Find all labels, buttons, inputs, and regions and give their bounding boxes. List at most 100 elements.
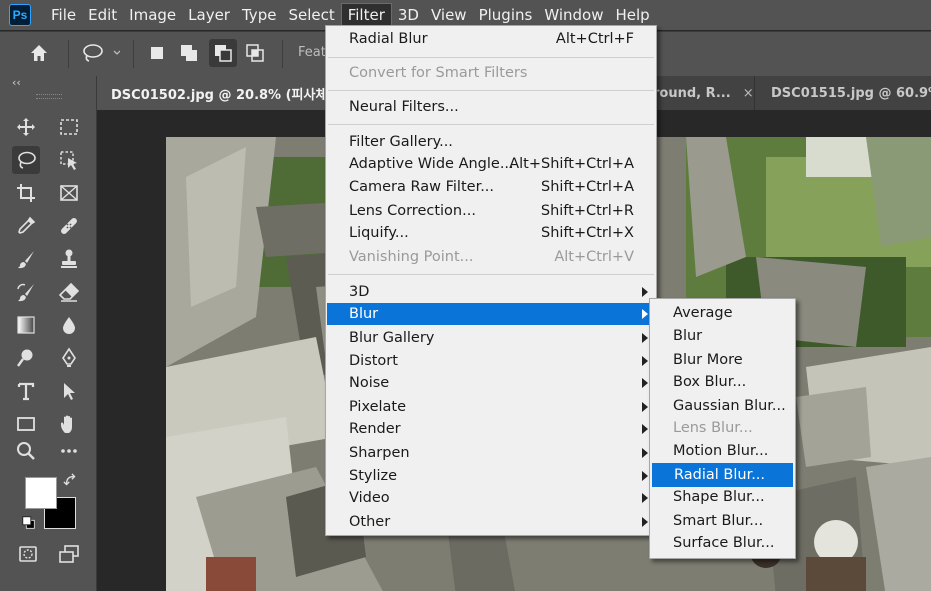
shortcut-label: Shift+Ctrl+R xyxy=(540,203,634,219)
add-selection-icon[interactable] xyxy=(175,39,203,67)
feather-label: Feat xyxy=(298,45,326,60)
shortcut-label: Alt+Ctrl+F xyxy=(555,31,634,47)
eraser-icon[interactable] xyxy=(55,278,83,306)
liquify-item[interactable]: Liquify... Shift+Ctrl+X xyxy=(327,222,655,244)
blur-average-item[interactable]: Average xyxy=(651,302,794,324)
frame-icon[interactable] xyxy=(55,179,83,207)
box-blur-item[interactable]: Box Blur... xyxy=(651,371,794,393)
submenu-pixelate[interactable]: Pixelate xyxy=(327,396,655,418)
menu-edit[interactable]: Edit xyxy=(82,3,123,27)
lens-correction-item[interactable]: Lens Correction... Shift+Ctrl+R xyxy=(327,200,655,222)
marquee-icon[interactable] xyxy=(55,113,83,141)
menu-view[interactable]: View xyxy=(425,3,473,27)
gaussian-blur-item[interactable]: Gaussian Blur... xyxy=(651,395,794,417)
adaptive-wide-angle-item[interactable]: Adaptive Wide Angle... Alt+Shift+Ctrl+A xyxy=(327,153,655,175)
submenu-video[interactable]: Video xyxy=(327,487,655,509)
submenu-arrow-icon xyxy=(642,448,648,458)
stamp-icon[interactable] xyxy=(55,245,83,273)
menu-item-label: Radial Blur... xyxy=(674,467,766,483)
tab-dsc01502[interactable]: DSC01502.jpg @ 20.8% (피사체, R xyxy=(97,76,327,110)
menu-image[interactable]: Image xyxy=(123,3,182,27)
swap-colors-icon[interactable] xyxy=(62,472,80,490)
filter-gallery-item[interactable]: Filter Gallery... xyxy=(327,131,655,153)
blur-submenu: Average Blur Blur More Box Blur... Gauss… xyxy=(649,298,796,559)
healing-icon[interactable] xyxy=(55,212,83,240)
menu-item-label: Blur xyxy=(673,328,703,344)
menu-item-label: Vanishing Point... xyxy=(349,249,474,265)
menu-item-label: Box Blur... xyxy=(673,374,747,390)
hand-icon[interactable] xyxy=(55,410,83,438)
submenu-blur-gallery[interactable]: Blur Gallery xyxy=(327,327,655,349)
new-selection-icon[interactable] xyxy=(143,39,171,67)
menu-item-label: Shape Blur... xyxy=(673,489,765,505)
crop-icon[interactable] xyxy=(12,179,40,207)
submenu-3d[interactable]: 3D xyxy=(327,281,655,303)
menu-filter[interactable]: Filter xyxy=(340,3,392,27)
menu-file[interactable]: File xyxy=(45,3,82,27)
object-select-icon[interactable] xyxy=(55,146,83,174)
blur-drop-icon[interactable] xyxy=(55,311,83,339)
submenu-arrow-icon xyxy=(642,517,648,527)
menu-layer[interactable]: Layer xyxy=(182,3,236,27)
blur-more-item[interactable]: Blur More xyxy=(651,349,794,371)
tools-panel: ‹‹ xyxy=(0,76,97,591)
intersect-selection-icon[interactable] xyxy=(241,39,269,67)
tab-background[interactable]: round, R... × xyxy=(653,76,753,110)
menu-plugins[interactable]: Plugins xyxy=(473,3,539,27)
motion-blur-item[interactable]: Motion Blur... xyxy=(651,440,794,462)
close-icon[interactable]: × xyxy=(743,86,753,101)
photoshop-logo[interactable]: Ps xyxy=(9,4,31,26)
zoom-icon[interactable] xyxy=(12,437,40,465)
lasso-icon[interactable] xyxy=(12,146,40,174)
submenu-other[interactable]: Other xyxy=(327,511,655,533)
lasso-preset-icon[interactable] xyxy=(78,39,122,67)
default-colors-icon[interactable] xyxy=(20,514,38,532)
menu-3d[interactable]: 3D xyxy=(392,3,425,27)
tab-dsc01515[interactable]: DSC01515.jpg @ 60.9% ( xyxy=(754,76,931,110)
home-icon[interactable] xyxy=(25,39,53,67)
convert-smart-filters-item: Convert for Smart Filters xyxy=(327,62,655,84)
menu-window[interactable]: Window xyxy=(538,3,609,27)
submenu-noise[interactable]: Noise xyxy=(327,372,655,394)
camera-raw-filter-item[interactable]: Camera Raw Filter... Shift+Ctrl+A xyxy=(327,176,655,198)
neural-filters-item[interactable]: Neural Filters... xyxy=(327,96,655,118)
collapse-panel-icon[interactable]: ‹‹ xyxy=(12,76,21,89)
menu-item-label: Lens Correction... xyxy=(349,203,476,219)
menu-help[interactable]: Help xyxy=(609,3,655,27)
quick-mask-icon[interactable] xyxy=(14,540,42,568)
radial-blur-item[interactable]: Radial Blur... xyxy=(652,463,793,487)
dodge-icon[interactable] xyxy=(12,344,40,372)
path-select-icon[interactable] xyxy=(55,377,83,405)
menu-item-label: Stylize xyxy=(349,468,398,484)
menu-type[interactable]: Type xyxy=(236,3,282,27)
foreground-color-swatch[interactable] xyxy=(25,477,57,509)
menu-select[interactable]: Select xyxy=(282,3,340,27)
submenu-render[interactable]: Render xyxy=(327,418,655,440)
rectangle-icon[interactable] xyxy=(12,410,40,438)
more-icon[interactable] xyxy=(55,437,83,465)
menu-item-label: Render xyxy=(349,421,401,437)
brush-icon[interactable] xyxy=(12,245,40,273)
type-icon[interactable] xyxy=(12,377,40,405)
menu-item-label: Gaussian Blur... xyxy=(673,398,786,414)
shape-blur-item[interactable]: Shape Blur... xyxy=(651,486,794,508)
blur-blur-item[interactable]: Blur xyxy=(651,325,794,347)
gradient-icon[interactable] xyxy=(12,311,40,339)
subtract-selection-icon[interactable] xyxy=(209,39,237,67)
screen-mode-icon[interactable] xyxy=(55,540,83,568)
submenu-distort[interactable]: Distort xyxy=(327,350,655,372)
menu-item-label: Blur More xyxy=(673,352,743,368)
surface-blur-item[interactable]: Surface Blur... xyxy=(651,532,794,554)
submenu-blur[interactable]: Blur xyxy=(327,303,655,325)
last-filter-item[interactable]: Radial Blur Alt+Ctrl+F xyxy=(327,28,655,50)
history-brush-icon[interactable] xyxy=(12,278,40,306)
tab-title: round, R... xyxy=(653,85,731,101)
eyedropper-icon[interactable] xyxy=(12,212,40,240)
move-icon[interactable] xyxy=(12,113,40,141)
menu-item-label: Motion Blur... xyxy=(673,443,769,459)
submenu-stylize[interactable]: Stylize xyxy=(327,465,655,487)
panel-grip[interactable] xyxy=(36,94,62,99)
pen-icon[interactable] xyxy=(55,344,83,372)
smart-blur-item[interactable]: Smart Blur... xyxy=(651,510,794,532)
submenu-sharpen[interactable]: Sharpen xyxy=(327,442,655,464)
